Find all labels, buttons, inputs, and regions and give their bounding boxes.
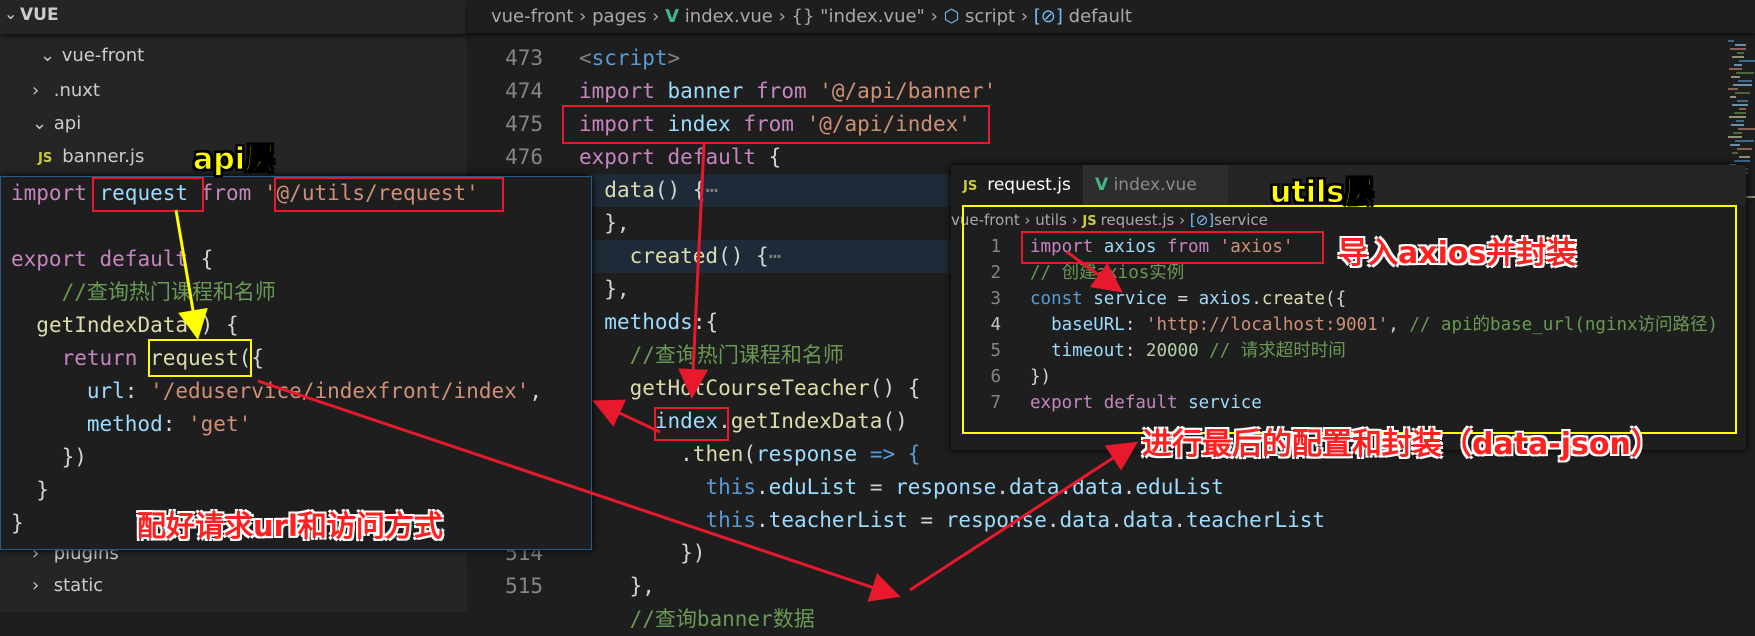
- arrow-request-to-bottom: [257, 379, 901, 602]
- label-final-config: 进行最后的配置和封装（data-json）: [1142, 427, 1661, 462]
- label-config-url: 配好请求url和访问方式: [137, 509, 443, 543]
- arrow-yellow: [174, 209, 208, 340]
- label-import-axios: 导入axios并封装: [1338, 236, 1577, 271]
- label-api-layer: api层: [192, 142, 276, 178]
- label-utils-layer: utils层: [1269, 175, 1375, 211]
- arrow-call-to-api: [592, 399, 661, 434]
- arrow-axios-create: [1066, 250, 1123, 293]
- arrow-import-to-call: [678, 143, 709, 399]
- arrow-bottom-to-utils: [909, 441, 1139, 592]
